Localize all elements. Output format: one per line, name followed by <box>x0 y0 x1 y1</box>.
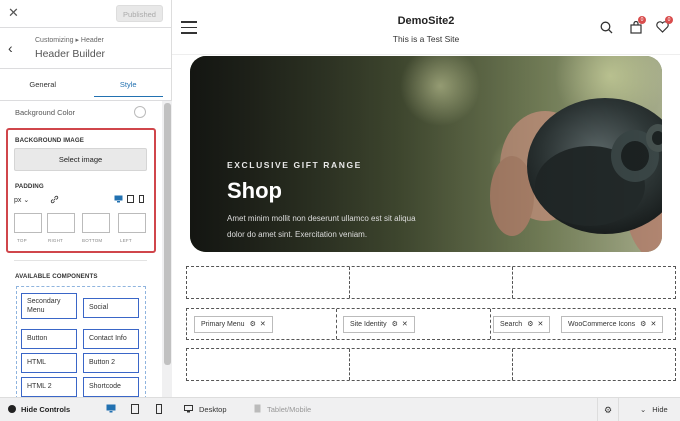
panel-scrollbar-thumb[interactable] <box>164 103 171 365</box>
component-html[interactable]: HTML <box>21 353 77 373</box>
section-divider <box>14 260 147 261</box>
padding-unit-select[interactable]: px ⌄ <box>14 196 29 204</box>
hero-title: Shop <box>227 178 282 203</box>
panel-content: Background Color BACKGROUND IMAGE Select… <box>0 101 162 399</box>
hero-subtitle: EXCLUSIVE GIFT RANGE <box>227 160 362 170</box>
builder-item-search[interactable]: Search ⚙ ✕ <box>493 316 551 333</box>
close-icon[interactable]: ✕ <box>402 321 408 328</box>
hide-controls-icon <box>8 405 16 413</box>
padding-left-label: LEFT <box>120 238 132 243</box>
settings-gear-icon[interactable]: ⚙ <box>597 398 619 421</box>
search-icon[interactable] <box>600 21 613 37</box>
tab-style[interactable]: Style <box>86 69 172 100</box>
site-header: DemoSite2 This is a Test Site 0 0 <box>172 0 680 55</box>
builder-item-label: WooCommerce Icons <box>568 321 636 328</box>
site-preview: DemoSite2 This is a Test Site 0 0 EXCLUS… <box>172 0 680 397</box>
hide-controls-button[interactable]: Hide Controls <box>8 405 70 414</box>
gear-icon[interactable]: ⚙ <box>392 321 398 328</box>
builder-main-row: Primary Menu ⚙ ✕ Site Identity ⚙ ✕ Search ⚙ ✕ … <box>186 308 676 340</box>
padding-right-input[interactable] <box>47 213 75 233</box>
builder-item-primary-menu[interactable]: Primary Menu ⚙ ✕ <box>194 316 273 333</box>
builder-item-label: Primary Menu <box>201 321 245 328</box>
component-social[interactable]: Social <box>83 298 139 318</box>
builder-item-label: Site Identity <box>350 321 387 328</box>
builder-item-woocommerce-icons[interactable]: WooCommerce Icons ⚙ ✕ <box>561 316 664 333</box>
tab-general[interactable]: General <box>0 69 86 100</box>
component-contact-info[interactable]: Contact Info <box>83 329 139 349</box>
padding-top-label: TOP <box>17 238 27 243</box>
builder-top-center-zone[interactable] <box>350 267 513 298</box>
component-html-2[interactable]: HTML 2 <box>21 377 77 397</box>
cart-count-badge: 0 <box>638 16 646 24</box>
close-icon[interactable]: ✕ <box>537 321 543 328</box>
select-image-button[interactable]: Select image <box>14 148 147 171</box>
panel-tabs: General Style <box>0 69 171 101</box>
hide-label: Hide <box>652 405 668 414</box>
component-button[interactable]: Button <box>21 329 77 349</box>
hero-text-line-2: dolor do amet sint. Exercitation veniam. <box>227 230 368 239</box>
wishlist-count-badge: 0 <box>665 16 673 24</box>
panel-title: Header Builder <box>35 48 106 60</box>
desktop-preview-tab[interactable]: Desktop <box>172 398 244 421</box>
desktop-icon <box>184 405 193 413</box>
builder-bottom-center-zone[interactable] <box>350 349 513 380</box>
panel-header: ‹ Customizing ▸ Header Header Builder <box>0 28 171 69</box>
hero-banner: EXCLUSIVE GIFT RANGE Shop Amet minim mol… <box>190 56 662 252</box>
background-color-row: Background Color <box>0 101 162 123</box>
background-color-picker[interactable] <box>134 106 146 118</box>
chevron-down-icon: ⌄ <box>640 405 647 414</box>
padding-right-label: RIGHT <box>48 238 63 243</box>
tablet-tab-label: Tablet/Mobile <box>267 405 312 414</box>
padding-bottom-input[interactable] <box>82 213 110 233</box>
available-components-label: AVAILABLE COMPONENTS <box>15 273 98 280</box>
components-area: Secondary Menu Social Button Contact Inf… <box>16 286 146 399</box>
hero-text-line-1: Amet minim mollit non deserunt ullamco e… <box>227 214 416 223</box>
tablet-mobile-preview-tab[interactable]: Tablet/Mobile <box>244 398 344 421</box>
breadcrumb: Customizing ▸ Header <box>35 37 104 44</box>
component-button-2[interactable]: Button 2 <box>83 353 139 373</box>
background-image-label: BACKGROUND IMAGE <box>15 137 84 144</box>
published-button[interactable]: Published <box>116 5 163 22</box>
tablet-icon <box>254 404 261 413</box>
panel-topbar: ✕ Published <box>0 0 171 28</box>
back-icon[interactable]: ‹ <box>8 40 13 56</box>
link-icon[interactable] <box>50 195 59 206</box>
mobile-device-icon[interactable] <box>139 195 144 205</box>
component-shortcode[interactable]: Shortcode <box>83 377 139 397</box>
desktop-tab-label: Desktop <box>199 405 227 414</box>
builder-top-row <box>186 266 676 299</box>
preview-tablet-icon[interactable] <box>131 404 139 416</box>
gear-icon[interactable]: ⚙ <box>640 321 646 328</box>
close-icon[interactable]: ✕ <box>8 6 19 20</box>
builder-bottom-left-zone[interactable] <box>187 349 350 380</box>
gear-icon[interactable]: ⚙ <box>527 321 533 328</box>
highlight-box <box>6 128 156 253</box>
padding-left-input[interactable] <box>118 213 146 233</box>
preview-desktop-icon[interactable] <box>106 404 116 415</box>
builder-item-label: Search <box>500 321 523 328</box>
tablet-device-icon[interactable] <box>127 195 134 205</box>
builder-top-left-zone[interactable] <box>187 267 350 298</box>
component-secondary-menu[interactable]: Secondary Menu <box>21 293 77 319</box>
gear-icon[interactable]: ⚙ <box>250 321 256 328</box>
desktop-device-icon[interactable] <box>114 195 123 205</box>
hide-builder-button[interactable]: ⌄ Hide <box>640 405 668 414</box>
preview-mobile-icon[interactable] <box>156 404 162 416</box>
bottom-bar: Hide Controls Desktop Tablet/Mobile ⚙ ⌄ H… <box>0 397 680 421</box>
hide-controls-label: Hide Controls <box>21 405 71 414</box>
background-color-label: Background Color <box>15 108 76 117</box>
close-icon[interactable]: ✕ <box>260 321 266 328</box>
close-icon[interactable]: ✕ <box>650 321 656 328</box>
padding-label: PADDING <box>15 183 44 190</box>
padding-top-input[interactable] <box>14 213 42 233</box>
builder-bottom-row <box>186 348 676 381</box>
padding-bottom-label: BOTTOM <box>82 238 103 243</box>
builder-item-site-identity[interactable]: Site Identity ⚙ ✕ <box>343 316 415 333</box>
